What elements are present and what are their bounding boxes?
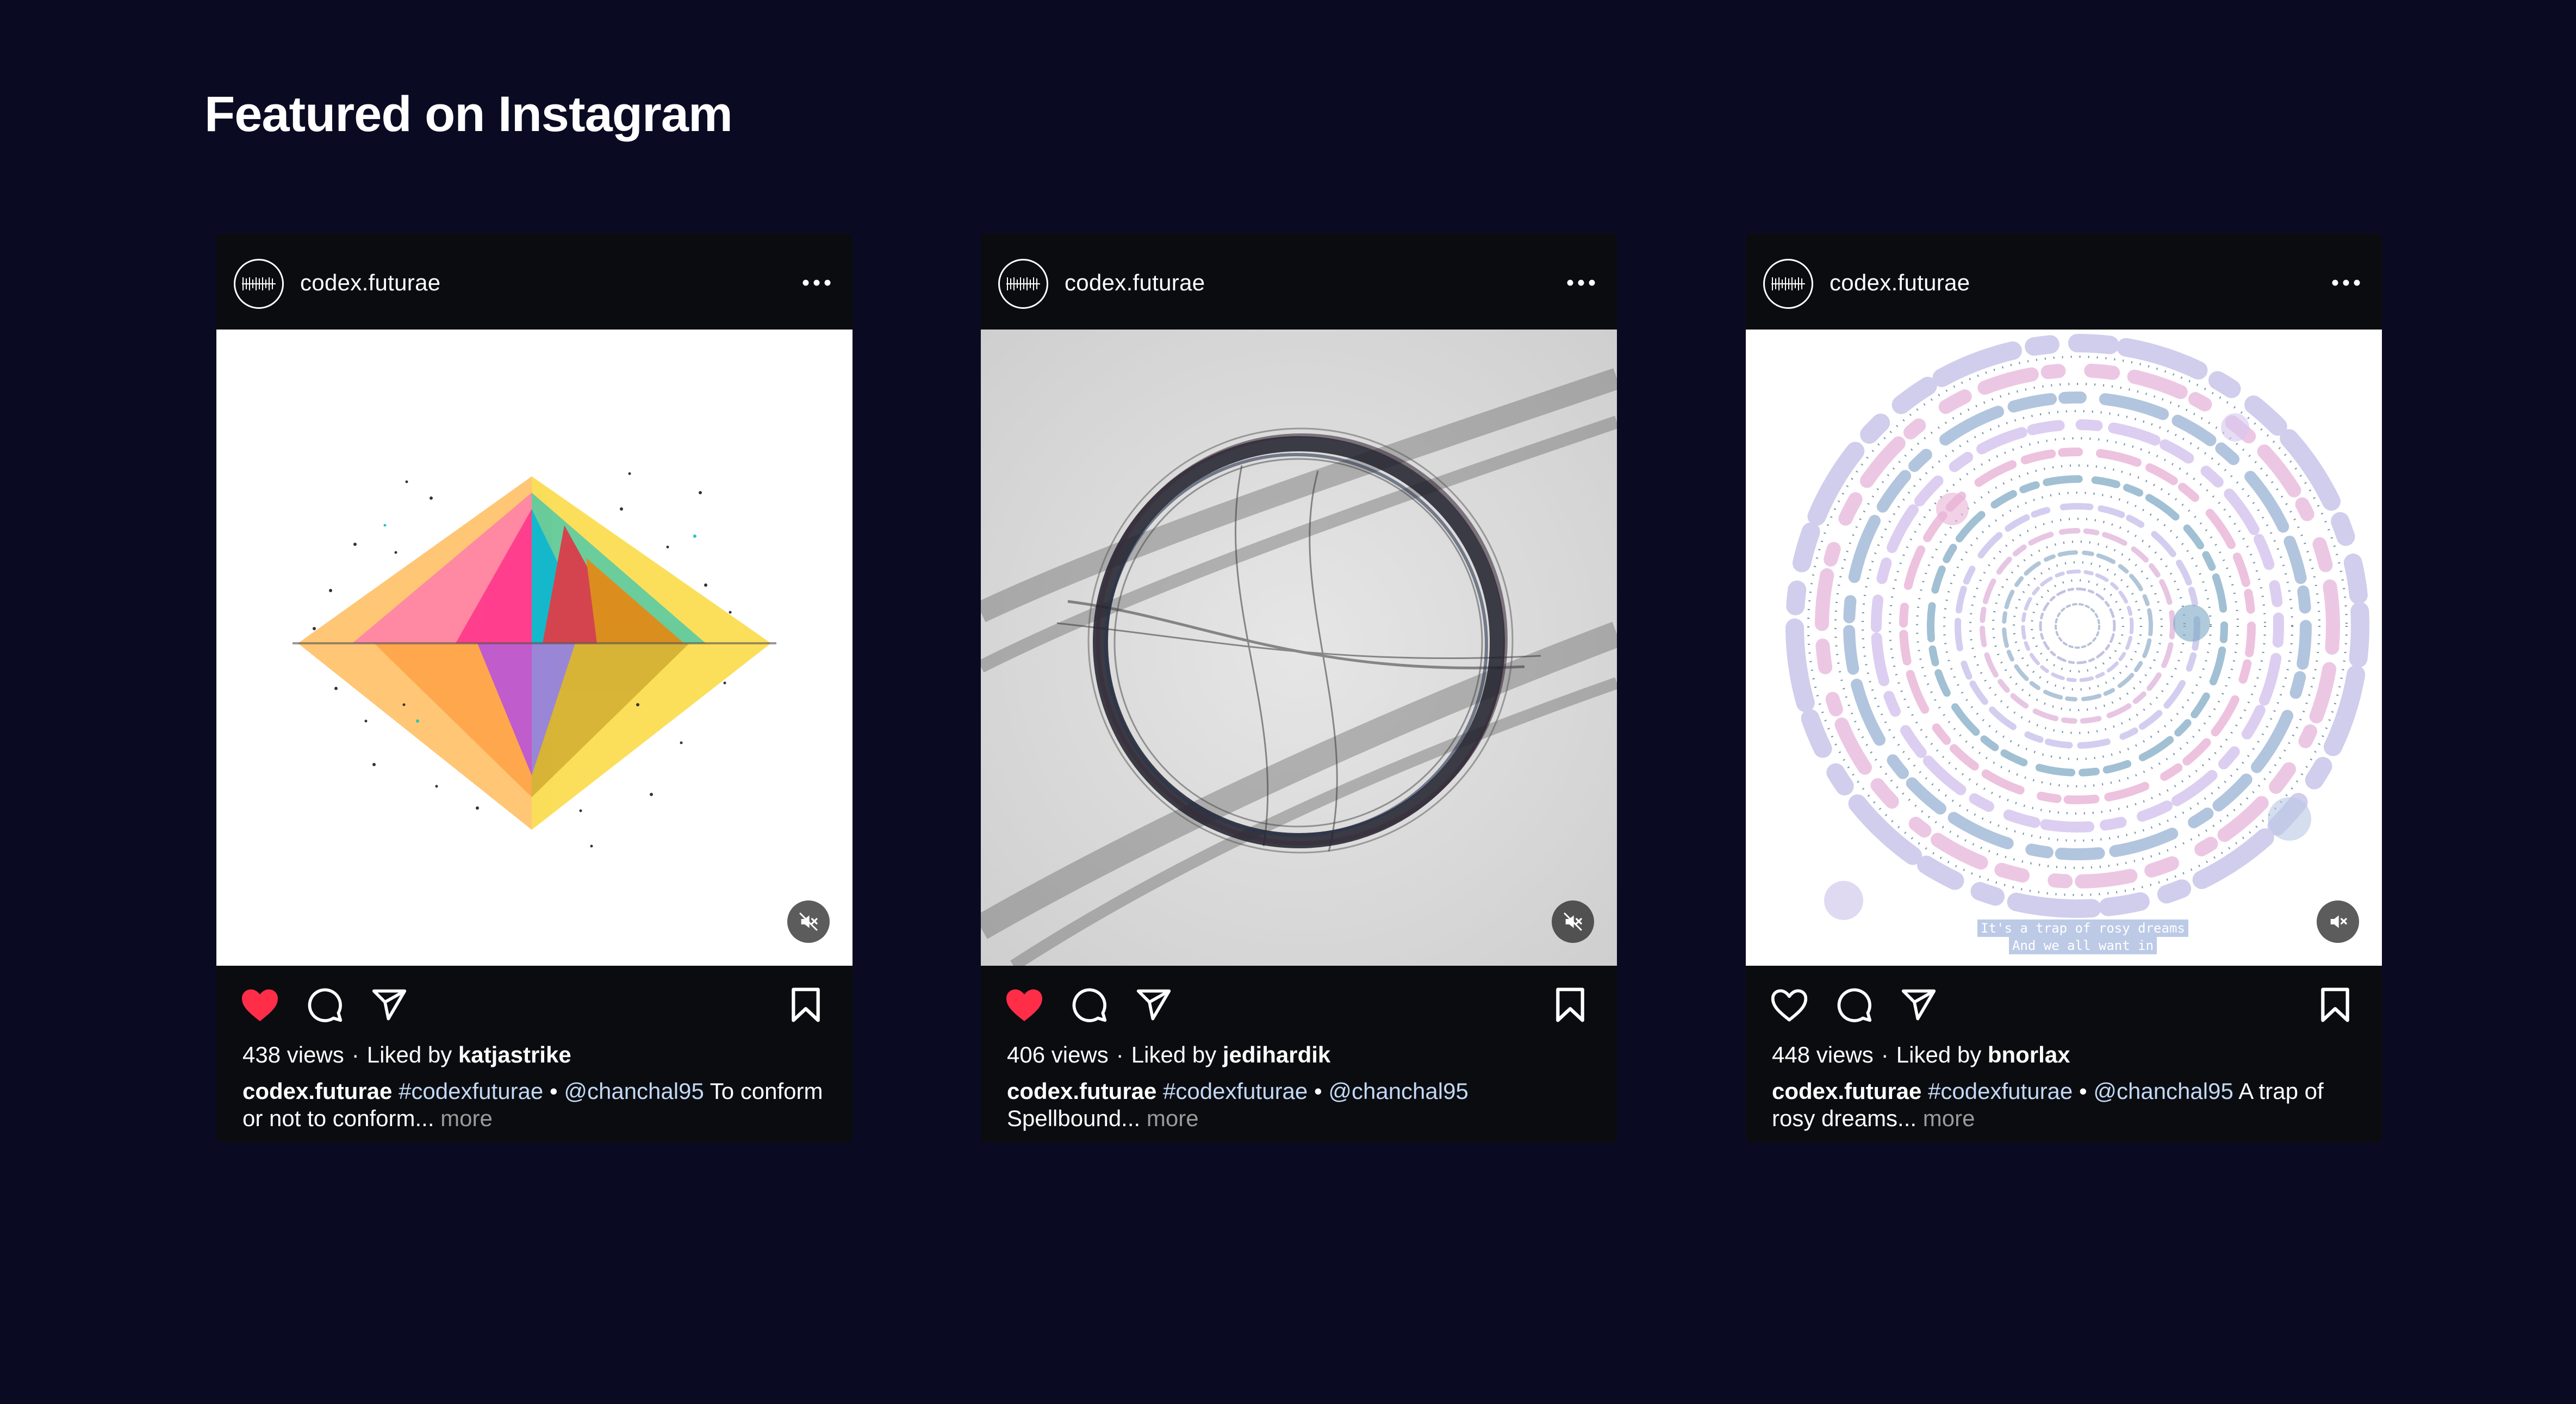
views-count: 406 views xyxy=(1007,1042,1109,1067)
caption-more-link[interactable]: more xyxy=(1147,1105,1199,1131)
comment-icon xyxy=(1072,988,1107,1022)
post-actions xyxy=(1746,966,2382,1047)
post-stats: 448 views · Liked by bnorlax xyxy=(1772,1042,2070,1068)
mute-toggle-button[interactable] xyxy=(787,900,830,943)
share-button[interactable] xyxy=(1896,982,1942,1028)
artwork-colorful-diamond xyxy=(216,330,853,966)
separator-dot: · xyxy=(1881,1042,1889,1067)
like-button[interactable] xyxy=(1001,982,1047,1028)
overlay-line: It's a trap of rosy dreams xyxy=(1977,920,2188,937)
post-header: codex.futurae xyxy=(1746,234,2382,330)
instagram-post: codex.futurae xyxy=(981,234,1617,1142)
bookmark-icon xyxy=(1556,987,1584,1022)
logo-icon xyxy=(242,277,276,290)
caption-hashtag[interactable]: #codexfuturae xyxy=(1163,1078,1308,1104)
caption-username[interactable]: codex.futurae xyxy=(1007,1078,1156,1104)
caption-username[interactable]: codex.futurae xyxy=(1772,1078,1921,1104)
separator-dot: • xyxy=(2079,1078,2087,1104)
speaker-muted-icon xyxy=(799,912,818,931)
post-username[interactable]: codex.futurae xyxy=(1830,270,1970,296)
avatar[interactable] xyxy=(1763,259,1813,309)
post-actions xyxy=(216,966,853,1047)
save-button[interactable] xyxy=(1547,982,1593,1028)
separator-dot: • xyxy=(549,1078,558,1104)
post-stats: 406 views · Liked by jedihardik xyxy=(1007,1042,1330,1068)
speaker-muted-icon xyxy=(1564,912,1582,931)
caption-mention[interactable]: @chanchal95 xyxy=(2093,1078,2233,1104)
post-caption: codex.futurae #codexfuturae • @chanchal9… xyxy=(1007,1078,1594,1132)
caption-mention[interactable]: @chanchal95 xyxy=(1328,1078,1468,1104)
paper-plane-icon xyxy=(372,989,407,1021)
comment-button[interactable] xyxy=(1832,982,1877,1028)
more-horizontal-icon xyxy=(2332,279,2360,286)
avatar[interactable] xyxy=(998,259,1048,309)
post-username[interactable]: codex.futurae xyxy=(300,270,440,296)
views-count: 438 views xyxy=(242,1042,344,1067)
instagram-post: codex.futurae xyxy=(1746,234,2382,1142)
logo-icon xyxy=(1771,277,1805,290)
overlay-line: And we all want in xyxy=(2008,937,2157,954)
liked-by-user[interactable]: katjastrike xyxy=(458,1042,571,1067)
artwork-ink-ring xyxy=(981,330,1617,966)
comment-button[interactable] xyxy=(1067,982,1112,1028)
artwork-spiral-dots xyxy=(1746,330,2382,966)
post-actions xyxy=(981,966,1617,1047)
posts-row: codex.futurae 438 views · Liked by katja… xyxy=(0,0,2576,1404)
views-count: 448 views xyxy=(1772,1042,1874,1067)
comment-button[interactable] xyxy=(302,982,348,1028)
more-horizontal-icon xyxy=(802,279,831,286)
like-button[interactable] xyxy=(237,982,283,1028)
video-overlay-caption: It's a trap of rosy dreams And we all wa… xyxy=(1952,920,2213,954)
paper-plane-icon xyxy=(1901,989,1936,1021)
post-media[interactable] xyxy=(216,330,853,966)
post-username[interactable]: codex.futurae xyxy=(1065,270,1205,296)
instagram-post: codex.futurae xyxy=(216,234,853,1142)
post-stats: 438 views · Liked by katjastrike xyxy=(242,1042,571,1068)
heart-icon xyxy=(242,989,278,1021)
post-header: codex.futurae xyxy=(216,234,853,330)
liked-by-user[interactable]: bnorlax xyxy=(1988,1042,2070,1067)
speaker-muted-icon xyxy=(2330,915,2347,928)
more-options-button[interactable] xyxy=(800,266,833,299)
logo-icon xyxy=(1006,277,1040,290)
liked-by-prefix: Liked by xyxy=(366,1042,452,1067)
post-media[interactable] xyxy=(981,330,1617,966)
more-horizontal-icon xyxy=(1567,279,1595,286)
mute-toggle-button[interactable] xyxy=(1552,900,1594,943)
save-button[interactable] xyxy=(783,982,829,1028)
caption-more-link[interactable]: more xyxy=(1923,1105,1975,1131)
bookmark-icon xyxy=(2321,987,2349,1022)
post-caption: codex.futurae #codexfuturae • @chanchal9… xyxy=(242,1078,830,1132)
heart-icon xyxy=(1006,989,1042,1021)
caption-text: Spellbound... xyxy=(1007,1105,1141,1131)
caption-username[interactable]: codex.futurae xyxy=(242,1078,392,1104)
liked-by-user[interactable]: jedihardik xyxy=(1223,1042,1330,1067)
avatar[interactable] xyxy=(234,259,284,309)
comment-icon xyxy=(308,988,343,1022)
post-media[interactable]: It's a trap of rosy dreams And we all wa… xyxy=(1746,330,2382,966)
bookmark-icon xyxy=(792,987,820,1022)
separator-dot: · xyxy=(1116,1042,1124,1067)
post-caption: codex.futurae #codexfuturae • @chanchal9… xyxy=(1772,1078,2359,1132)
caption-hashtag[interactable]: #codexfuturae xyxy=(1928,1078,2073,1104)
separator-dot: • xyxy=(1314,1078,1322,1104)
share-button[interactable] xyxy=(1131,982,1177,1028)
comment-icon xyxy=(1837,988,1872,1022)
mute-toggle-button[interactable] xyxy=(2317,900,2359,943)
heart-icon xyxy=(1771,989,1808,1022)
caption-hashtag[interactable]: #codexfuturae xyxy=(399,1078,543,1104)
liked-by-prefix: Liked by xyxy=(1896,1042,1982,1067)
share-button[interactable] xyxy=(366,982,412,1028)
separator-dot: · xyxy=(351,1042,359,1067)
save-button[interactable] xyxy=(2312,982,2358,1028)
more-options-button[interactable] xyxy=(2330,266,2362,299)
paper-plane-icon xyxy=(1136,989,1171,1021)
more-options-button[interactable] xyxy=(1565,266,1597,299)
caption-more-link[interactable]: more xyxy=(440,1105,493,1131)
post-header: codex.futurae xyxy=(981,234,1617,330)
liked-by-prefix: Liked by xyxy=(1131,1042,1217,1067)
like-button[interactable] xyxy=(1766,982,1812,1028)
caption-mention[interactable]: @chanchal95 xyxy=(564,1078,704,1104)
